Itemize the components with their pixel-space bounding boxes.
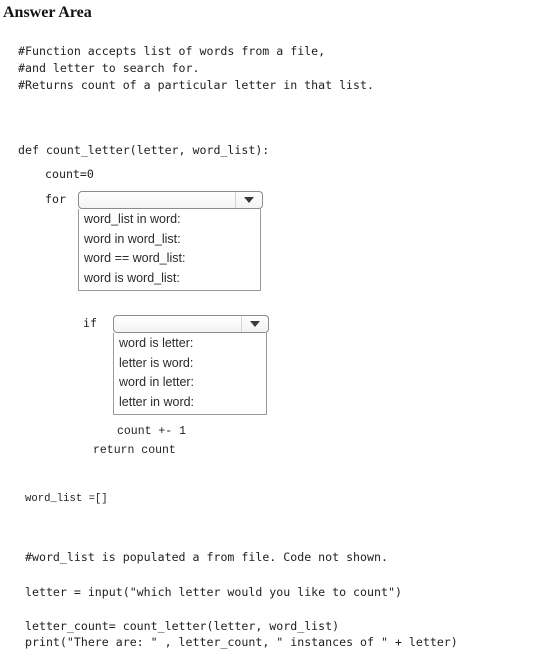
header-comment-1: #Function accepts list of words from a f… (18, 44, 326, 58)
chevron-down-icon (244, 197, 254, 203)
increment-statement: count +- 1 (117, 425, 187, 438)
for-option[interactable]: word is word_list: (79, 269, 260, 289)
if-option[interactable]: word is letter: (114, 334, 266, 354)
call-line: letter_count= count_letter(letter, word_… (25, 619, 340, 633)
for-dropdown-select[interactable] (78, 191, 263, 209)
return-statement: return count (93, 444, 176, 457)
header-comment-2: #and letter to search for. (18, 61, 200, 75)
answer-area-title: Answer Area (3, 4, 92, 21)
count-init: count=0 (45, 167, 94, 181)
if-dropdown-options: word is letter: letter is word: word in … (113, 333, 267, 415)
if-dropdown[interactable]: word is letter: letter is word: word in … (113, 315, 269, 415)
for-dropdown-toggle[interactable] (235, 192, 262, 208)
for-option[interactable]: word == word_list: (79, 249, 260, 269)
for-keyword: for (45, 192, 66, 206)
input-line: letter = input("which letter would you l… (25, 585, 402, 599)
function-definition: def count_letter(letter, word_list): (18, 143, 270, 157)
populate-comment: #word_list is populated a from file. Cod… (25, 550, 388, 564)
for-dropdown[interactable]: word_list in word: word in word_list: wo… (78, 191, 263, 291)
print-line: print("There are: " , letter_count, " in… (25, 635, 458, 649)
for-dropdown-options: word_list in word: word in word_list: wo… (78, 209, 261, 291)
if-dropdown-toggle[interactable] (241, 316, 268, 332)
if-dropdown-select[interactable] (113, 315, 269, 333)
if-option[interactable]: word in letter: (114, 373, 266, 393)
for-option[interactable]: word_list in word: (79, 210, 260, 230)
chevron-down-icon (250, 321, 260, 327)
for-option[interactable]: word in word_list: (79, 230, 260, 250)
word-list-init: word_list =[] (25, 493, 108, 505)
if-option[interactable]: letter in word: (114, 393, 266, 413)
if-keyword: if (83, 316, 97, 330)
if-option[interactable]: letter is word: (114, 354, 266, 374)
header-comment-3: #Returns count of a particular letter in… (18, 78, 374, 92)
